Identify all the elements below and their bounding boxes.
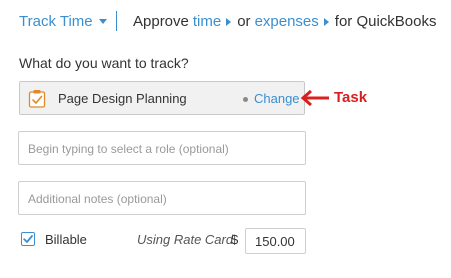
- annotation-arrow-icon: [300, 89, 329, 107]
- rate-input[interactable]: 150.00: [245, 228, 306, 254]
- rate-value: 150.00: [255, 234, 295, 249]
- task-name: Page Design Planning: [58, 91, 187, 106]
- or-text: or: [237, 13, 251, 30]
- rate-card-label: Using Rate Card: [137, 232, 234, 247]
- role-input[interactable]: Begin typing to select a role (optional): [18, 131, 306, 165]
- approve-time-link[interactable]: time: [193, 13, 221, 30]
- role-placeholder: Begin typing to select a role (optional): [28, 142, 229, 156]
- checkmark-icon: [23, 235, 33, 243]
- currency-symbol: $: [231, 232, 239, 247]
- triangle-right-icon: [226, 17, 232, 26]
- top-bar: Track Time Approve time or expenses for …: [0, 0, 451, 44]
- billable-label: Billable: [45, 232, 87, 247]
- approve-expenses-link[interactable]: expenses: [255, 13, 319, 30]
- task-annotation-label: Task: [334, 89, 368, 106]
- quickbooks-suffix: for QuickBooks: [334, 13, 437, 30]
- notes-input[interactable]: Additional notes (optional): [18, 181, 306, 215]
- billable-checkbox[interactable]: [21, 232, 35, 246]
- triangle-right-icon: [323, 17, 329, 26]
- task-selector[interactable]: Page Design Planning Change: [19, 81, 305, 115]
- track-question: What do you want to track?: [19, 55, 189, 71]
- notes-placeholder: Additional notes (optional): [28, 192, 167, 206]
- status-dot: [243, 97, 248, 102]
- approve-links: Approve time or expenses for QuickBooks: [133, 13, 437, 30]
- clipboard-check-icon: [28, 90, 46, 108]
- change-task-link[interactable]: Change: [254, 91, 300, 106]
- header-divider: [116, 11, 117, 31]
- track-time-menu[interactable]: Track Time: [19, 13, 107, 30]
- approve-prefix: Approve: [133, 13, 189, 30]
- track-time-label: Track Time: [19, 13, 93, 30]
- caret-down-icon: [98, 19, 107, 24]
